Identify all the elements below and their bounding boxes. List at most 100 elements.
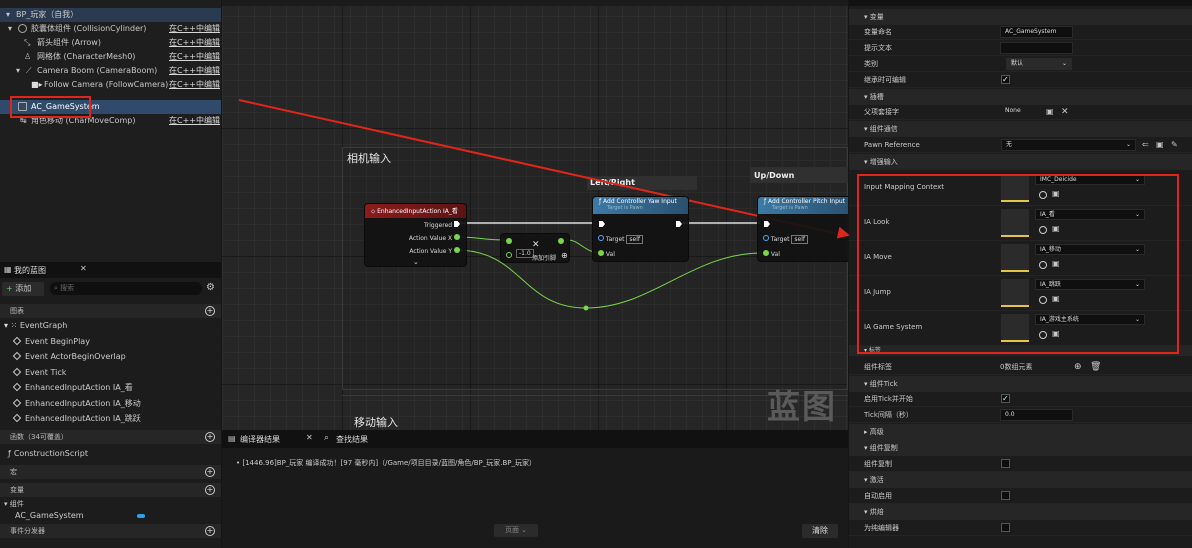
event-item[interactable]: EnhancedInputAction IA_看 xyxy=(12,381,133,395)
variable-item[interactable]: AC_GameSystem xyxy=(15,509,84,523)
pawn-ref-dropdown[interactable]: 无 ⌄ xyxy=(1001,139,1136,151)
component-item-capsule[interactable]: ▾ 胶囊体组件 (CollisionCylinder) 在C++中编辑 xyxy=(0,22,221,36)
browse-icon[interactable]: ▣ xyxy=(1046,104,1054,120)
auto-activate-row: 自动启用 xyxy=(849,488,1192,504)
multiply-node[interactable]: ✕ -1.0 添加引脚 ⊕ xyxy=(500,233,570,263)
arrow-component-icon: ⤡ xyxy=(24,38,31,47)
clear-icon[interactable]: ✕ xyxy=(1061,104,1069,120)
enhanced-input-section[interactable]: ▾ 增强输入 xyxy=(849,154,1192,170)
add-graph-icon[interactable]: + xyxy=(205,306,215,316)
graph-icon: ▾ ⁙ xyxy=(4,321,20,330)
compiler-results-tab[interactable]: 编译器结果 xyxy=(240,434,280,445)
functions-header[interactable]: 函数（34可覆盖） + xyxy=(0,430,221,444)
pawn-ref-row: Pawn Reference 无 ⌄ ⇐ ▣ ✎ xyxy=(849,137,1192,153)
tick-section[interactable]: ▾ 组件Tick xyxy=(849,376,1192,392)
tooltip-input[interactable] xyxy=(1000,42,1073,54)
exec-in-pin[interactable] xyxy=(764,221,770,227)
cooking-section[interactable]: ▾ 烘焙 xyxy=(849,504,1192,520)
edit-cpp-link[interactable]: 在C++中编辑 xyxy=(169,64,220,78)
close-icon[interactable]: ✕ xyxy=(306,433,313,442)
target-pin[interactable]: Target self xyxy=(598,235,644,244)
component-root-label: BP_玩家（自我） xyxy=(16,10,79,19)
graph-editor[interactable]: 相机输入 移动输入 Left/Right Up/Down ⬦ EnhancedI… xyxy=(222,0,848,430)
replicated-row: 组件复制 xyxy=(849,456,1192,472)
clear-button[interactable]: 清除 xyxy=(802,524,838,538)
yaw-input-node[interactable]: ƒ Add Controller Yaw Input Target is Paw… xyxy=(592,196,689,262)
tick-start-checkbox[interactable] xyxy=(1001,391,1010,407)
highlight-box xyxy=(857,174,1179,354)
add-element-icon[interactable]: ⊕ xyxy=(1074,359,1082,375)
macros-header[interactable]: 宏 + xyxy=(0,465,221,479)
tick-interval-input[interactable]: 0.0 xyxy=(1000,409,1073,421)
event-item[interactable]: Event ActorBeginOverlap xyxy=(12,350,126,364)
action-value-x-pin[interactable]: Action Value X xyxy=(409,234,460,242)
auto-activate-checkbox[interactable] xyxy=(1001,491,1010,500)
find-results-tab[interactable]: 查找结果 xyxy=(336,434,368,445)
gear-icon[interactable]: ⚙ xyxy=(206,282,215,293)
add-button[interactable]: + 添加 xyxy=(2,282,44,296)
trash-icon[interactable]: 🗑 xyxy=(1090,359,1101,375)
input-action-node-header: ⬦ EnhancedInputAction IA_看 xyxy=(365,204,466,218)
yaw-node-header: ƒ Add Controller Yaw Input Target is Paw… xyxy=(593,197,688,214)
add-variable-icon[interactable]: + xyxy=(205,485,215,495)
variable-section[interactable]: ▾ 变量 xyxy=(849,9,1192,25)
event-graph-item[interactable]: ▾ ⁙ EventGraph xyxy=(4,319,67,333)
tick-interval-row: Tick间隔（秒） 0.0 xyxy=(849,407,1192,423)
editor-only-checkbox[interactable] xyxy=(1001,523,1010,532)
use-selected-icon[interactable]: ⇐ xyxy=(1142,137,1149,153)
my-blueprint-tabbar: ▦ 我的蓝图 ✕ xyxy=(0,262,221,278)
page-dropdown[interactable]: 页面 ⌄ xyxy=(494,524,538,537)
advanced-section[interactable]: ▸ 高级 xyxy=(849,424,1192,440)
input-action-node[interactable]: ⬦ EnhancedInputAction IA_看 Triggered Act… xyxy=(364,203,467,267)
my-blueprint-tab[interactable]: 我的蓝图 xyxy=(14,265,46,276)
add-function-icon[interactable]: + xyxy=(205,432,215,442)
event-item[interactable]: EnhancedInputAction IA_跳跃 xyxy=(12,412,141,426)
val-pin[interactable]: Val xyxy=(763,250,780,258)
graphs-header[interactable]: 图表 + xyxy=(0,304,221,318)
replicated-checkbox[interactable] xyxy=(1001,459,1010,468)
search-field[interactable]: ⌕ 搜索 xyxy=(50,282,202,295)
event-item[interactable]: Event BeginPlay xyxy=(12,335,90,349)
edit-cpp-link[interactable]: 在C++中编辑 xyxy=(169,50,220,64)
edit-cpp-link[interactable]: 在C++中编辑 xyxy=(169,78,220,92)
capsule-icon xyxy=(18,24,27,33)
activation-section[interactable]: ▾ 激活 xyxy=(849,472,1192,488)
chevron-down-icon[interactable]: ⌄ xyxy=(413,258,419,266)
picker-icon[interactable]: ✎ xyxy=(1171,137,1178,153)
event-item[interactable]: EnhancedInputAction IA_移动 xyxy=(12,397,141,411)
pitch-input-node[interactable]: ƒ Add Controller Pitch Input Target is P… xyxy=(757,196,848,262)
add-dispatcher-icon[interactable]: + xyxy=(205,526,215,536)
triggered-pin[interactable]: Triggered xyxy=(424,221,460,229)
target-pin[interactable]: Target self xyxy=(763,235,809,244)
socket-section[interactable]: ▾ 插槽 xyxy=(849,89,1192,105)
add-pin-icon[interactable]: ⊕ xyxy=(561,251,568,260)
var-name-input[interactable]: AC_GameSystem xyxy=(1000,26,1073,38)
component-item-cameraboom[interactable]: ▾ ⟋ Camera Boom (CameraBoom) 在C++中编辑 xyxy=(0,64,221,78)
edit-cpp-link[interactable]: 在C++中编辑 xyxy=(169,36,220,50)
browse-icon[interactable]: ▣ xyxy=(1156,137,1164,153)
exec-out-pin[interactable] xyxy=(676,221,682,227)
exec-in-pin[interactable] xyxy=(599,221,605,227)
edit-cpp-link[interactable]: 在C++中编辑 xyxy=(169,22,220,36)
edit-cpp-link[interactable]: 在C++中编辑 xyxy=(169,114,220,128)
inherited-checkbox[interactable] xyxy=(1001,72,1010,88)
variables-header[interactable]: 变量 + xyxy=(0,483,221,497)
event-item[interactable]: Event Tick xyxy=(12,366,66,380)
replication-section[interactable]: ▾ 组件复制 xyxy=(849,440,1192,456)
add-macro-icon[interactable]: + xyxy=(205,467,215,477)
dispatchers-header[interactable]: 事件分发器 + xyxy=(0,524,221,538)
search-icon: ⌕ xyxy=(324,433,330,443)
val-pin[interactable]: Val xyxy=(598,250,615,258)
comp-tags-count: 0数组元素 xyxy=(1000,363,1033,371)
component-item-arrow[interactable]: ⤡ 箭头组件 (Arrow) 在C++中编辑 xyxy=(0,36,221,50)
add-pin-label[interactable]: 添加引脚 xyxy=(532,253,556,262)
component-root[interactable]: ▾ BP_玩家（自我） xyxy=(0,8,221,22)
construction-script-item[interactable]: ƒ ConstructionScript xyxy=(8,447,88,461)
parent-socket-value: None xyxy=(1001,106,1041,118)
close-icon[interactable]: ✕ xyxy=(80,264,87,273)
category-dropdown[interactable]: 默认 ⌄ xyxy=(1006,58,1072,70)
comp-comm-section[interactable]: ▾ 组件通信 xyxy=(849,121,1192,137)
component-item-followcamera[interactable]: ■▸ Follow Camera (FollowCamera) 在C++中编辑 xyxy=(0,78,221,92)
component-item-mesh[interactable]: ♙ 网格体 (CharacterMesh0) 在C++中编辑 xyxy=(0,50,221,64)
action-value-y-pin[interactable]: Action Value Y xyxy=(409,247,460,255)
